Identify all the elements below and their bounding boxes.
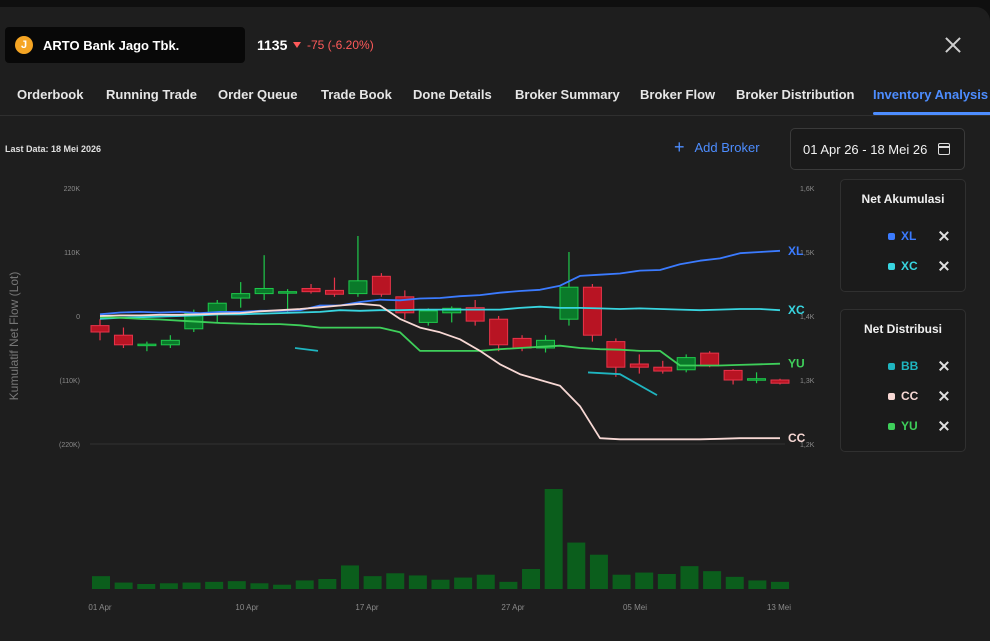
series-end-label-yu: YU — [788, 357, 805, 371]
candle-body — [254, 287, 274, 295]
volume-bar — [386, 573, 405, 589]
candle-body — [629, 363, 649, 368]
y-left-tick-label: (110K) — [60, 378, 81, 385]
volume-bar — [250, 583, 269, 589]
volume-bar — [567, 542, 586, 589]
candle-body — [653, 366, 673, 372]
volume-bar — [363, 576, 382, 589]
candle-body — [301, 287, 321, 293]
volume-bar — [114, 582, 133, 589]
x-tick-label: 10 Apr — [235, 603, 258, 612]
series-end-label-xc: XC — [788, 303, 805, 317]
volume-bar — [318, 579, 337, 589]
candle-body — [582, 286, 602, 336]
series-line-bb — [294, 347, 319, 352]
candle-body — [113, 334, 133, 346]
inventory-chart: 220K110K0(110K)(220K)1,6K1,5K1,4K1,3K1,2… — [7, 186, 815, 612]
volume-bar — [340, 565, 359, 589]
volume-bar — [771, 581, 789, 589]
candle-body — [371, 275, 391, 295]
candle-body — [723, 369, 743, 381]
candle-body — [489, 318, 509, 346]
x-tick-label: 27 Apr — [501, 603, 524, 612]
volume-bar — [295, 580, 314, 589]
volume-bar — [431, 579, 450, 589]
volume-bar — [227, 581, 246, 589]
y-right-tick-label: 1,3K — [800, 378, 815, 385]
x-tick-label: 17 Apr — [355, 603, 378, 612]
y-right-tick-label: 1,6K — [800, 186, 815, 193]
candle-body — [137, 343, 157, 347]
y-axis-label: Kumulatif Net Flow (Lot) — [7, 272, 21, 401]
volume-bar — [703, 571, 722, 589]
candle-body — [418, 310, 438, 323]
candle-body — [676, 357, 696, 371]
modal-panel: J ARTO Bank Jago Tbk. 1135 -75 (-6.20%) … — [0, 7, 990, 641]
candle-body — [160, 339, 180, 346]
volume-bar — [612, 574, 631, 589]
volume-bar — [205, 581, 224, 589]
volume-bar — [589, 554, 608, 589]
x-tick-label: 01 Apr — [88, 603, 111, 612]
volume-bar — [748, 580, 767, 589]
volume-bar — [657, 574, 676, 589]
series-line-xl — [99, 249, 781, 316]
volume-bar — [725, 576, 744, 589]
candle-body — [606, 341, 626, 368]
volume-bar — [92, 576, 110, 589]
volume-bar — [454, 577, 473, 589]
candle-body — [231, 293, 251, 299]
volume-bar — [544, 489, 563, 589]
volume-bar — [273, 584, 292, 589]
candle-body — [90, 325, 110, 333]
y-left-tick-label: (220K) — [59, 442, 80, 449]
x-tick-label: 13 Mei — [767, 603, 791, 612]
y-left-tick-label: 220K — [64, 186, 81, 193]
candle-body — [747, 378, 767, 381]
volume-bar — [522, 569, 541, 589]
volume-bar — [476, 574, 495, 589]
series-line-bb — [587, 371, 658, 396]
volume-bar — [499, 581, 518, 589]
candle-body — [512, 337, 532, 349]
volume-bar — [408, 575, 427, 589]
y-left-tick-label: 110K — [64, 250, 80, 257]
series-end-label-cc: CC — [788, 431, 806, 445]
candle-body — [324, 289, 344, 295]
volume-bar — [680, 566, 699, 589]
candle-body — [278, 291, 298, 294]
volume-bar — [159, 583, 178, 589]
volume-bar — [182, 582, 201, 589]
candle-body — [559, 286, 579, 320]
y-left-tick-label: 0 — [76, 314, 80, 321]
volume-bar — [635, 572, 654, 589]
volume-bar — [137, 584, 156, 589]
candle-body — [700, 352, 720, 367]
candle-body — [770, 379, 790, 384]
x-tick-label: 05 Mei — [623, 603, 647, 612]
candle-body — [348, 280, 368, 295]
series-end-label-xl: XL — [788, 244, 803, 258]
